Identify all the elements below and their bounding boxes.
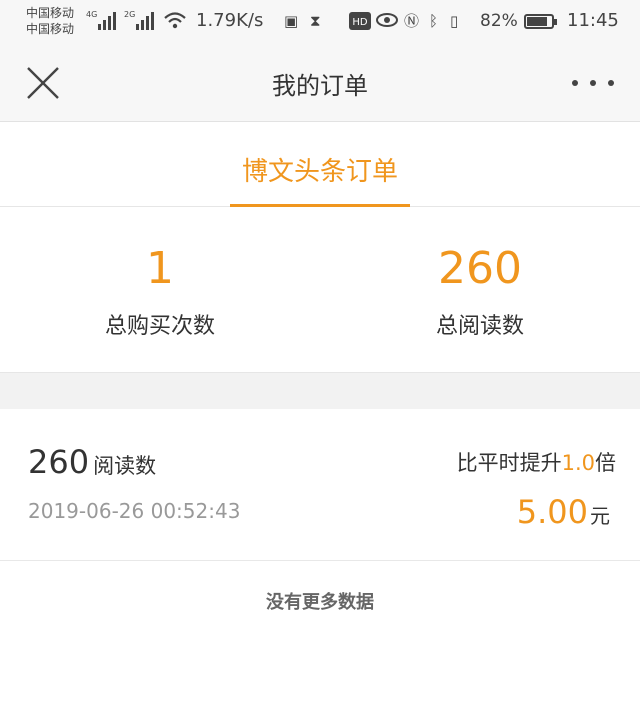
purchase-count-label: 总购买次数 (104, 314, 215, 339)
signal-icon-1 (98, 12, 116, 30)
tab-article-headline-orders[interactable]: 博文头条订单 (230, 123, 410, 207)
purchase-count-value: 1 (146, 243, 174, 294)
order-reads-unit: 阅读数 (93, 454, 157, 478)
more-icon[interactable] (568, 74, 618, 92)
vibrate-icon: ▯ (450, 12, 459, 30)
read-count-label: 总阅读数 (435, 314, 524, 339)
order-reads-value: 260 (28, 443, 90, 481)
network-type-2: 2G (124, 10, 136, 19)
order-reads: 260 阅读数 (28, 443, 156, 481)
page-title: 我的订单 (272, 72, 368, 100)
order-price: 5.00 元 (517, 493, 610, 531)
purchase-count-stat: 1 总购买次数 (0, 208, 320, 340)
carrier-1: 中国移动 (26, 6, 75, 20)
order-item[interactable]: 260 阅读数 2019-06-26 00:52:43 比平时提升1.0倍 5.0… (0, 409, 640, 561)
tab-label: 博文头条订单 (241, 157, 398, 187)
network-type-1: 4G (86, 10, 98, 19)
battery-icon (524, 14, 557, 29)
order-boost-prefix: 比平时提升 (456, 451, 562, 475)
battery-percent: 82% (480, 11, 518, 31)
bluetooth-icon: ᛒ (429, 12, 439, 30)
eye-icon (376, 13, 398, 27)
status-bar: 中国移动 中国移动 4G 2G 1.79K/s ▣ ⧗ HD Ⓝ ᛒ ▯ 82%… (0, 0, 640, 42)
order-price-value: 5.00 (516, 493, 588, 531)
hd-icon: HD (349, 12, 371, 30)
network-speed: 1.79K/s (196, 10, 264, 31)
order-boost-value: 1.0 (561, 451, 595, 475)
order-boost: 比平时提升1.0倍 (457, 447, 616, 477)
no-more-data-text: 没有更多数据 (266, 592, 374, 613)
nav-bar: 我的订单 (0, 42, 640, 122)
order-price-unit: 元 (590, 504, 610, 528)
tab-active-indicator (230, 204, 410, 207)
summary-panel: 1 总购买次数 260 总阅读数 (0, 208, 640, 372)
tab-bar: 博文头条订单 (0, 123, 640, 207)
signal-icon-2 (136, 12, 154, 30)
carrier-info: 中国移动 中国移动 (26, 5, 74, 37)
read-count-stat: 260 总阅读数 (320, 208, 640, 340)
nfc-icon: Ⓝ (404, 12, 420, 30)
hourglass-icon: ⧗ (310, 12, 321, 30)
svg-text:HD: HD (352, 17, 368, 28)
order-timestamp: 2019-06-26 00:52:43 (28, 499, 241, 523)
section-divider (0, 372, 640, 409)
clock: 11:45 (567, 10, 619, 31)
notification-icon: ▣ (284, 12, 299, 30)
order-boost-suffix: 倍 (595, 451, 616, 475)
wifi-icon (164, 12, 186, 29)
carrier-2: 中国移动 (26, 22, 75, 36)
read-count-value: 260 (438, 243, 522, 294)
